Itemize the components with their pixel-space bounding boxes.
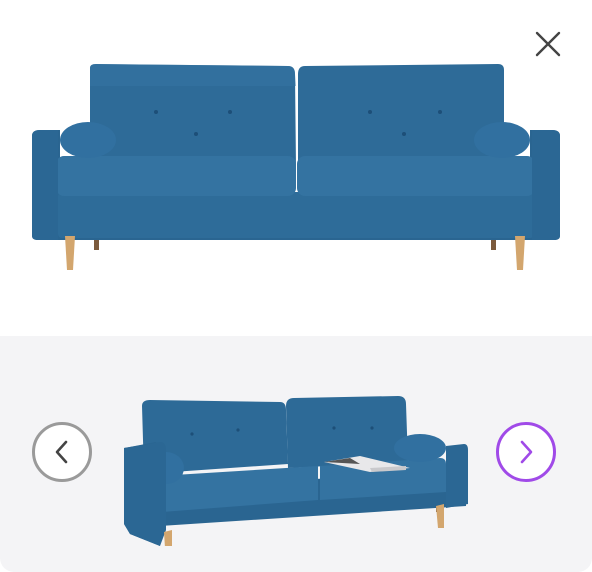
next-image-button[interactable] bbox=[496, 422, 556, 482]
main-product-image bbox=[32, 64, 560, 270]
product-thumbnail[interactable] bbox=[120, 364, 472, 546]
thumbnail-carousel bbox=[0, 336, 592, 572]
previous-image-button[interactable] bbox=[32, 422, 92, 482]
product-image-viewer bbox=[0, 0, 592, 572]
chevron-right-icon bbox=[520, 440, 533, 464]
chevron-left-icon bbox=[55, 440, 68, 464]
